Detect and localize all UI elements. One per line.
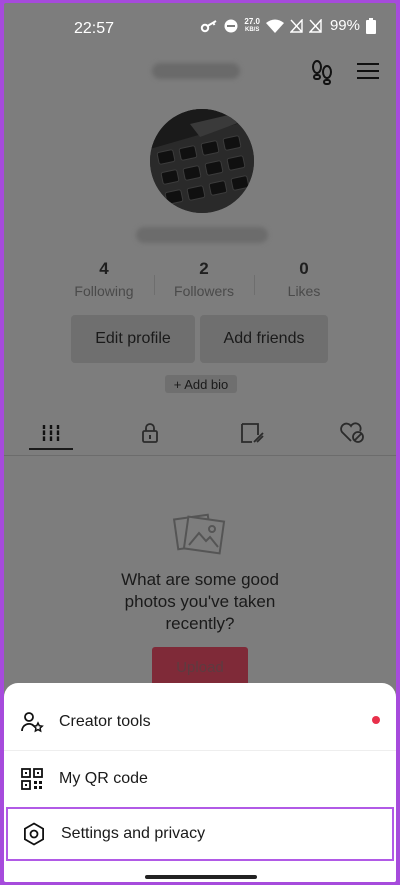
avatar-keyboard-image — [150, 109, 254, 213]
stat-likes[interactable]: 0 Likes — [254, 257, 354, 299]
phone-screen: 22:57 27.0 KB/S 99% 4 Following 2 Follow… — [4, 3, 396, 882]
qr-code-icon — [18, 765, 46, 793]
do-not-disturb-icon — [224, 19, 238, 32]
hamburger-menu-icon[interactable] — [356, 61, 380, 81]
photo-gallery-icon — [172, 513, 226, 555]
add-bio-button[interactable]: + Add bio — [165, 375, 237, 393]
add-friends-button[interactable]: Add friends — [200, 315, 328, 363]
menu-item-qr-code[interactable]: My QR code — [4, 750, 396, 807]
status-icons: 27.0 KB/S 99% — [200, 17, 376, 34]
profile-stats: 4 Following 2 Followers 0 Likes — [54, 257, 354, 299]
qr-code-label: My QR code — [59, 770, 148, 787]
display-name-redacted — [136, 227, 268, 243]
stat-following-label: Following — [74, 283, 134, 299]
bottom-sheet: Creator tools My QR code Settings and pr… — [4, 683, 396, 882]
upload-label: Upload — [176, 658, 224, 676]
home-indicator[interactable] — [145, 875, 257, 879]
stat-followers-count: 2 — [199, 259, 209, 278]
settings-gear-icon — [20, 820, 48, 848]
empty-state-text: What are some good photos you've taken r… — [121, 570, 279, 633]
wifi-icon — [265, 19, 284, 33]
settings-privacy-label: Settings and privacy — [61, 825, 206, 842]
liked-hidden-icon — [340, 422, 364, 443]
menu-item-settings-privacy[interactable]: Settings and privacy — [6, 807, 394, 861]
upload-button[interactable]: Upload — [152, 647, 248, 687]
status-bar: 22:57 27.0 KB/S 99% — [4, 3, 396, 53]
avatar[interactable] — [150, 109, 254, 213]
creator-tools-icon — [18, 708, 46, 736]
stat-likes-label: Likes — [287, 283, 321, 299]
stat-followers[interactable]: 2 Followers — [154, 257, 254, 299]
net-speed: 27.0 KB/S — [244, 16, 260, 34]
net-speed-value: 27.0 — [244, 16, 260, 26]
tab-saved[interactable] — [217, 411, 289, 455]
edit-profile-button[interactable]: Edit profile — [71, 315, 195, 363]
videos-grid-icon — [41, 425, 61, 441]
net-speed-unit: KB/S — [245, 26, 260, 33]
tab-liked[interactable] — [316, 411, 388, 455]
lock-icon — [142, 423, 158, 443]
battery-percent: 99% — [329, 17, 360, 34]
battery-icon — [366, 17, 376, 34]
tab-private[interactable] — [114, 411, 186, 455]
creator-tools-label: Creator tools — [59, 713, 151, 730]
notification-dot — [372, 716, 380, 724]
status-time: 22:57 — [74, 20, 115, 37]
key-icon — [201, 19, 217, 32]
no-signal-icon-2 — [308, 18, 322, 33]
menu-item-creator-tools[interactable]: Creator tools — [4, 694, 396, 750]
footprints-icon[interactable] — [311, 59, 333, 85]
stat-likes-count: 0 — [299, 259, 309, 278]
stat-following-count: 4 — [99, 259, 109, 278]
active-tab-underline — [29, 448, 73, 450]
stat-following[interactable]: 4 Following — [54, 257, 154, 299]
stat-followers-label: Followers — [174, 283, 234, 299]
username-redacted — [152, 63, 240, 79]
no-signal-icon — [289, 18, 303, 33]
bookmark-icon — [241, 423, 264, 443]
